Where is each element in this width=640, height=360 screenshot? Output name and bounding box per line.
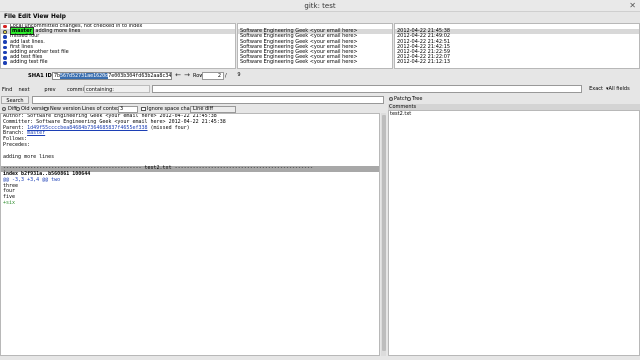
sha-bar: SHA1 ID: 7b567d52731ae1620d7e003b304fd63… xyxy=(0,71,640,81)
row-total: 9 xyxy=(237,72,241,78)
diff-scrollbar[interactable] xyxy=(381,113,386,356)
row-current: 2 xyxy=(202,72,224,80)
diff-pane[interactable]: Author: Software Engineering Geek <your … xyxy=(0,113,380,356)
commit-node-icon xyxy=(3,35,7,39)
commit-node-icon xyxy=(3,40,7,44)
commit-subject: adding more lines xyxy=(35,28,81,35)
file-list-item[interactable]: test2.txt xyxy=(389,111,639,117)
patch-label: Patch xyxy=(394,96,408,103)
sha-suffix: 7e003b304fd63b2aa8c348 xyxy=(108,73,172,79)
lines-of-context-input[interactable]: 3 xyxy=(118,105,138,113)
diff-line-text: +six xyxy=(3,199,16,206)
row-separator: / xyxy=(225,73,227,79)
diff-link[interactable]: 1d49f55ccccbea84684b7364685837f4655ef338 xyxy=(27,125,147,131)
find-prev-button[interactable]: prev xyxy=(43,85,57,93)
sha-input[interactable]: 7b567d52731ae1620d7e003b304fd63b2aa8c348 xyxy=(52,72,172,80)
find-mode-select[interactable]: containing: xyxy=(84,85,150,93)
diff-options-bar: Diff Old version New version Lines of co… xyxy=(0,105,386,113)
commit-node-icon xyxy=(3,29,7,34)
diff-radio[interactable] xyxy=(2,107,6,111)
file-list-pane[interactable]: test2.txt xyxy=(388,110,640,356)
menu-view[interactable]: View xyxy=(33,14,49,20)
search-button[interactable]: Search xyxy=(1,96,29,104)
exact-select[interactable]: Exact xyxy=(584,85,606,93)
commit-node-icon xyxy=(3,61,7,65)
author-row[interactable]: Software Engineering Geek <your email he… xyxy=(238,60,392,65)
find-input[interactable] xyxy=(152,85,582,93)
fields-label: All fields xyxy=(608,86,630,92)
commit-node-icon xyxy=(3,24,7,29)
back-arrow-icon[interactable]: ← xyxy=(174,72,182,80)
patch-radio[interactable] xyxy=(389,97,393,101)
tree-radio[interactable] xyxy=(407,97,411,101)
search-bar: Search xyxy=(0,95,386,105)
diff-line-text: Precedes: xyxy=(3,141,31,148)
sha-highlight: 567d52731ae1620d xyxy=(60,73,109,79)
menu-bar: File Edit View Help xyxy=(0,12,640,22)
fields-select[interactable]: ▾All fields xyxy=(606,85,640,93)
author-list-pane[interactable]: Software Engineering Geek <your email he… xyxy=(237,23,393,69)
commit-node-icon xyxy=(3,50,7,55)
new-version-label: New version xyxy=(50,106,81,113)
commit-list-pane[interactable]: Local uncommitted changes, not checked i… xyxy=(0,23,236,69)
commit-node-icon xyxy=(3,55,7,60)
old-version-radio[interactable] xyxy=(16,107,20,111)
forward-arrow-icon[interactable]: → xyxy=(183,72,191,80)
diff-mode-select[interactable]: Line diff xyxy=(190,105,236,113)
title-bar: gitk: test ✕ xyxy=(0,0,640,12)
date-row[interactable]: 2012-04-22 21:12:13 xyxy=(395,60,639,65)
close-icon[interactable]: ✕ xyxy=(629,1,636,10)
diff-line-after: (missed four) xyxy=(147,124,190,131)
find-next-button[interactable]: next xyxy=(17,85,31,93)
window-title: gitk: test xyxy=(304,2,336,10)
tree-label: Tree xyxy=(412,96,423,103)
commit-row[interactable]: adding test file xyxy=(1,60,235,65)
diff-link[interactable]: master xyxy=(27,130,45,136)
new-version-radio[interactable] xyxy=(44,107,48,111)
search-input[interactable] xyxy=(32,96,384,104)
menu-file[interactable]: File xyxy=(4,14,16,20)
diff-line-text: adding more lines xyxy=(3,153,55,160)
find-type-select[interactable]: commit xyxy=(66,85,86,93)
diff-scrollbar-thumb[interactable] xyxy=(381,115,386,351)
ignore-space-checkbox[interactable] xyxy=(141,106,146,111)
sha-label: SHA1 ID: xyxy=(28,73,54,79)
find-label: Find xyxy=(1,85,13,93)
menu-edit[interactable]: Edit xyxy=(18,14,31,20)
date-list-pane[interactable]: 2012-04-22 21:45:38 2012-04-22 21:49:02 20… xyxy=(394,23,640,69)
diff-line: +six xyxy=(1,199,379,207)
find-bar: Find next prev commit containing: Exact … xyxy=(0,84,640,94)
menu-help[interactable]: Help xyxy=(51,14,66,20)
commit-subject: adding test file xyxy=(10,59,48,66)
find-mode-label: containing: xyxy=(86,87,114,93)
commit-node-icon xyxy=(3,45,7,50)
file-view-options: Patch Tree xyxy=(388,95,640,104)
